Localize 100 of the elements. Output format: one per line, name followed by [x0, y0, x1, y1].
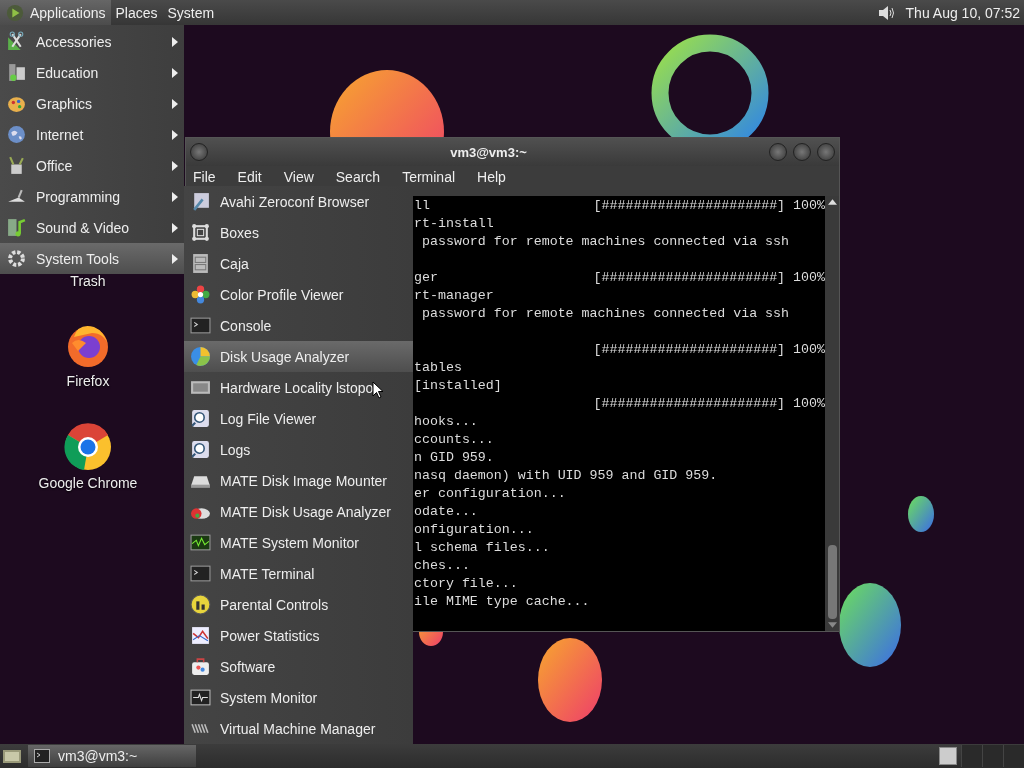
menu-item[interactable]: Console: [184, 310, 413, 341]
terminal-line: ile MIME type cache...: [414, 593, 590, 611]
menu-item[interactable]: Sound & Video: [0, 212, 184, 243]
scrollbar-thumb[interactable]: [827, 545, 837, 619]
terminal-icon: [190, 563, 211, 584]
search-page-icon: [190, 439, 211, 460]
terminal-line: onfiguration...: [414, 521, 534, 539]
settings-icon: [6, 248, 27, 269]
terminal-line: password for remote machines connected via ssh: [420, 305, 790, 323]
brush-icon: [6, 155, 27, 176]
menu-item[interactable]: Software: [184, 651, 413, 682]
menu-item[interactable]: View: [283, 169, 314, 185]
menu-item[interactable]: System Monitor: [184, 682, 413, 713]
menu-item[interactable]: Programming: [0, 181, 184, 212]
panel-menu[interactable]: Places: [110, 0, 163, 25]
terminal-line: odate...: [414, 503, 478, 521]
workspace-switcher[interactable]: [961, 745, 982, 767]
cabinet-icon: [190, 253, 211, 274]
progress-text: [######################] 100%: [593, 341, 825, 359]
progress-text: [######################] 100%: [593, 395, 825, 413]
terminal-line: rt-install: [414, 215, 494, 233]
frame-icon: [190, 222, 211, 243]
terminal-line: ches...: [414, 557, 470, 575]
desktop-icon-label[interactable]: Trash: [70, 273, 106, 289]
terminal-icon: [190, 315, 211, 336]
progress-text: [######################] 100%: [593, 269, 825, 287]
terminal-line: [installed]: [414, 377, 502, 395]
terminal-line: n GID 959.: [414, 449, 494, 467]
clock[interactable]: Thu Aug 10, 07:52: [905, 4, 1020, 21]
taskbar-button[interactable]: vm3@vm3:~: [28, 745, 196, 767]
scroll-down-icon[interactable]: [827, 622, 837, 628]
menu-item[interactable]: Boxes: [184, 217, 413, 248]
menu-item[interactable]: Accessories: [0, 26, 184, 57]
terminal-icon: [34, 749, 50, 763]
menu-item[interactable]: Color Profile Viewer: [184, 279, 413, 310]
browser-icon[interactable]: [64, 423, 112, 471]
submenu-arrow-icon: [172, 67, 178, 78]
terminal-line: nasq daemon) with UID 959 and GID 959.: [414, 467, 718, 485]
menu-item[interactable]: MATE System Monitor: [184, 527, 413, 558]
desktop-icon-label[interactable]: Firefox: [66, 373, 110, 389]
panel-menu[interactable]: Applications: [0, 0, 111, 25]
flower-icon: [190, 284, 211, 305]
menu-item[interactable]: Internet: [0, 119, 184, 150]
close-button[interactable]: [817, 143, 835, 161]
line-chart-icon: [190, 625, 211, 646]
submenu-arrow-icon: [172, 160, 178, 171]
desktop-icon-label[interactable]: Google Chrome: [38, 475, 138, 491]
menu-item[interactable]: Power Statistics: [184, 620, 413, 651]
terminal-line: hooks...: [414, 413, 478, 431]
menu-item[interactable]: Log File Viewer: [184, 403, 413, 434]
menu-item[interactable]: Terminal: [402, 169, 456, 185]
submenu-arrow-icon: [172, 253, 178, 264]
terminal-line: rt-manager: [414, 287, 494, 305]
terminal-line: er configuration...: [414, 485, 566, 503]
menu-item[interactable]: Search: [335, 169, 381, 185]
scrollbar[interactable]: [825, 196, 839, 631]
menu-item[interactable]: MATE Disk Usage Analyzer: [184, 496, 413, 527]
menu-item[interactable]: Education: [0, 57, 184, 88]
progress-text: [######################] 100%: [593, 197, 825, 215]
menu-item[interactable]: MATE Disk Image Mounter: [184, 465, 413, 496]
menu-item[interactable]: File: [193, 169, 216, 185]
menu-item[interactable]: Graphics: [0, 88, 184, 119]
terminal-line: password for remote machines connected via ssh: [420, 233, 790, 251]
window-menu-button[interactable]: [190, 143, 208, 161]
menu-item[interactable]: Logs: [184, 434, 413, 465]
menu-item[interactable]: MATE Terminal: [184, 558, 413, 589]
terminal-line: ll: [414, 197, 430, 215]
terminal-line: l schema files...: [414, 539, 550, 557]
terminal-line: ger: [414, 269, 438, 287]
globe-icon: [6, 124, 27, 145]
menu-item[interactable]: System Tools: [0, 243, 184, 274]
menu-item[interactable]: Office: [0, 150, 184, 181]
menu-item[interactable]: Help: [477, 169, 506, 185]
submenu-arrow-icon: [172, 36, 178, 47]
scroll-up-icon[interactable]: [827, 199, 837, 205]
submenu-arrow-icon: [172, 129, 178, 140]
show-desktop-icon[interactable]: [2, 747, 22, 765]
workspace-switcher[interactable]: [1003, 745, 1024, 767]
pulse-icon: [190, 687, 211, 708]
menu-item[interactable]: Parental Controls: [184, 589, 413, 620]
terminal-line: ccounts...: [414, 431, 494, 449]
minimize-button[interactable]: [769, 143, 787, 161]
submenu-arrow-icon: [172, 222, 178, 233]
workspace-switcher[interactable]: [982, 745, 1003, 767]
menu-item[interactable]: Avahi Zeroconf Browser: [184, 186, 413, 217]
window-title: vm3@vm3:~: [449, 144, 528, 160]
monitor-icon: [190, 532, 211, 553]
pie-chart-icon: [190, 346, 211, 367]
menu-item[interactable]: Disk Usage Analyzer: [184, 341, 413, 372]
search-page-icon: [190, 408, 211, 429]
menu-item[interactable]: Caja: [184, 248, 413, 279]
submenu-arrow-icon: [172, 191, 178, 202]
menu-item[interactable]: Edit: [237, 169, 262, 185]
pointer-icon: [372, 381, 384, 399]
menu-item[interactable]: Virtual Machine Manager: [184, 713, 413, 744]
workspace-switcher[interactable]: [939, 747, 957, 765]
terminal-line: ctory file...: [414, 575, 518, 593]
mate-logo-icon: [6, 3, 24, 22]
maximize-button[interactable]: [793, 143, 811, 161]
panel-menu[interactable]: System: [162, 0, 220, 25]
